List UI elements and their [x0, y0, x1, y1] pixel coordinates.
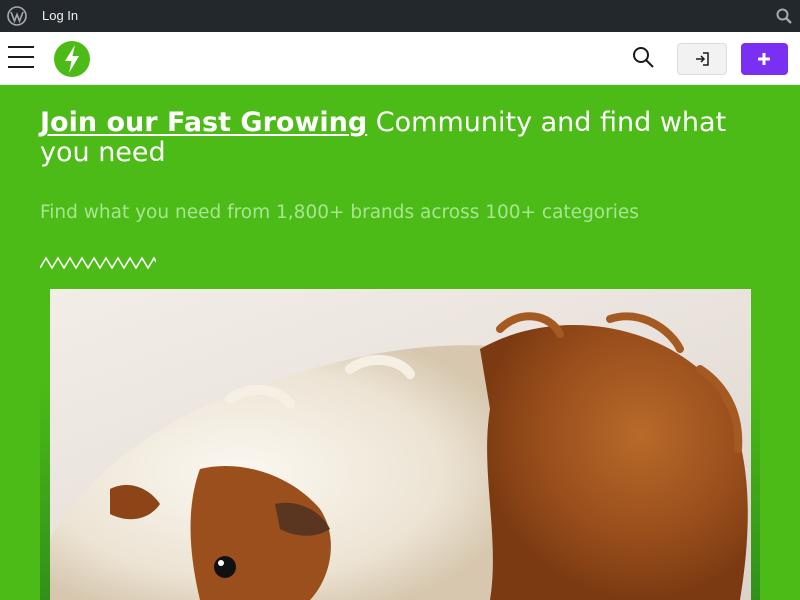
join-link[interactable]: Join our Fast Growing	[40, 107, 367, 138]
hero-title: Join our Fast Growing Community and find…	[40, 108, 770, 168]
guinea-pig-illustration	[50, 312, 748, 600]
login-link[interactable]: Log In	[42, 0, 78, 32]
site-header	[0, 32, 800, 85]
plus-icon	[758, 53, 770, 65]
add-button[interactable]	[741, 43, 788, 75]
sign-in-button[interactable]	[677, 43, 727, 75]
wordpress-icon[interactable]	[7, 6, 27, 26]
menu-icon[interactable]	[8, 46, 34, 68]
hero-subtitle: Find what you need from 1,800+ brands ac…	[40, 202, 639, 223]
guinea-pig-photo	[50, 289, 751, 600]
bolt-logo-icon[interactable]	[54, 41, 90, 77]
sign-in-icon	[696, 52, 709, 66]
search-icon[interactable]	[776, 8, 792, 24]
zigzag-divider	[40, 256, 156, 270]
admin-bar: Log In	[0, 0, 800, 32]
search-icon[interactable]	[632, 46, 654, 68]
